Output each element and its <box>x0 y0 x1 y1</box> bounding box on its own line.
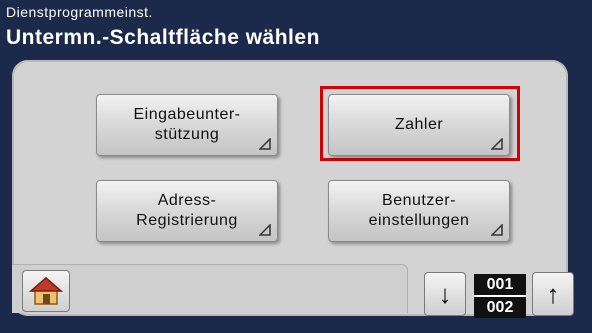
page-title: Untermn.-Schaltfläche wählen <box>6 26 320 49</box>
page-indicator: 001 002 <box>474 274 526 318</box>
screen: Dienstprogrammeinst. Untermn.-Schaltfläc… <box>0 0 592 333</box>
scroll-down-button[interactable]: ↓ <box>424 272 466 316</box>
zahler-label: Zahler <box>394 116 444 133</box>
up-arrow-icon: ↑ <box>546 278 560 309</box>
home-icon <box>29 277 63 305</box>
corner-arrow-icon <box>259 138 271 150</box>
down-arrow-icon: ↓ <box>438 278 452 309</box>
home-button[interactable] <box>22 270 70 312</box>
corner-arrow-icon <box>491 138 503 150</box>
footer-strip <box>12 264 408 313</box>
benutzereinstellungen-button[interactable]: Benutzer- einstellungen <box>328 180 510 242</box>
benutzereinstellungen-label: Benutzer- einstellungen <box>368 192 470 229</box>
header-subtitle: Dienstprogrammeinst. <box>6 4 153 20</box>
header: Dienstprogrammeinst. Untermn.-Schaltfläc… <box>6 4 592 56</box>
adress-registrierung-button[interactable]: Adress- Registrierung <box>96 180 278 242</box>
page-current: 001 <box>474 274 526 295</box>
corner-arrow-icon <box>259 224 271 236</box>
adress-registrierung-label: Adress- Registrierung <box>136 192 238 229</box>
scroll-up-button[interactable]: ↑ <box>532 272 574 316</box>
eingabeunterstuetzung-label: Eingabeunter- stützung <box>133 106 241 143</box>
eingabeunterstuetzung-button[interactable]: Eingabeunter- stützung <box>96 94 278 156</box>
page-total: 002 <box>474 297 526 318</box>
corner-arrow-icon <box>491 224 503 236</box>
zahler-button[interactable]: Zahler <box>328 94 510 156</box>
